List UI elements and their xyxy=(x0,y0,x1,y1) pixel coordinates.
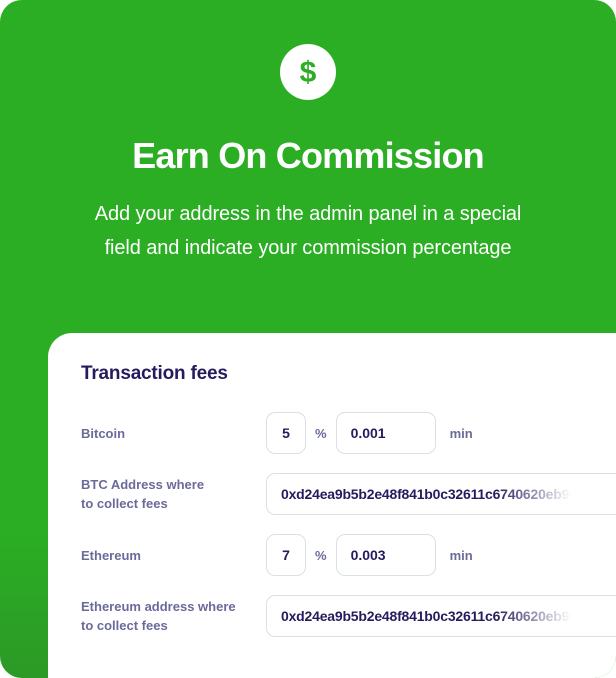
page-title: Earn On Commission xyxy=(132,135,484,176)
btc-address-label-line-1: BTC Address where xyxy=(81,477,205,492)
hero-subtitle-line-1: Add your address in the admin panel in a… xyxy=(94,202,522,225)
ethereum-address-label-line-1: Ethereum address where xyxy=(81,599,236,614)
hero-subtitle-line-2: field and indicate your commission perce… xyxy=(104,236,512,259)
fee-row-bitcoin: Bitcoin % min xyxy=(81,412,616,454)
fee-row-label-bitcoin: Bitcoin xyxy=(81,425,126,441)
fee-row-label-btc-address: BTC Address where to collect fees xyxy=(81,475,266,513)
bitcoin-min-unit: min xyxy=(449,425,473,441)
fee-row-ethereum-address: Ethereum address where to collect fees 0… xyxy=(81,595,616,637)
fee-row-label-ethereum-address: Ethereum address where to collect fees xyxy=(81,597,266,635)
hero-subtitle: Add your address in the admin panel in a… xyxy=(58,197,558,265)
ethereum-address-value: 0xd24ea9b5b2e48f841b0c32611c6740620eb98c xyxy=(281,608,585,624)
card-title: Transaction fees xyxy=(81,363,228,384)
bitcoin-percent-unit: % xyxy=(315,425,327,441)
bitcoin-min-input[interactable] xyxy=(335,412,436,454)
ethereum-percent-input[interactable] xyxy=(266,534,306,576)
ethereum-min-input[interactable] xyxy=(335,534,436,576)
btc-address-value: 0xd24ea9b5b2e48f841b0c32611c6740620eb98c xyxy=(281,486,585,502)
ethereum-address-input[interactable]: 0xd24ea9b5b2e48f841b0c32611c6740620eb98c xyxy=(266,595,616,637)
earn-on-commission-panel: $ Earn On Commission Add your address in… xyxy=(0,0,616,678)
transaction-fees-card: Transaction fees Bitcoin % min BTC Addre… xyxy=(48,333,616,678)
svg-text:$: $ xyxy=(300,56,317,89)
ethereum-min-unit: min xyxy=(449,547,473,563)
btc-address-input[interactable]: 0xd24ea9b5b2e48f841b0c32611c6740620eb98c xyxy=(266,473,616,515)
ethereum-address-label-line-2: to collect fees xyxy=(81,618,168,633)
fee-row-ethereum: Ethereum % min xyxy=(81,534,616,576)
hero-section: $ Earn On Commission Add your address in… xyxy=(0,0,616,265)
bitcoin-percent-input[interactable] xyxy=(266,412,306,454)
dollar-circle-icon: $ xyxy=(280,44,336,100)
btc-address-label-line-2: to collect fees xyxy=(81,496,168,511)
fee-row-label-ethereum: Ethereum xyxy=(81,547,141,563)
fee-row-btc-address: BTC Address where to collect fees 0xd24e… xyxy=(81,473,616,515)
ethereum-percent-unit: % xyxy=(315,547,327,563)
